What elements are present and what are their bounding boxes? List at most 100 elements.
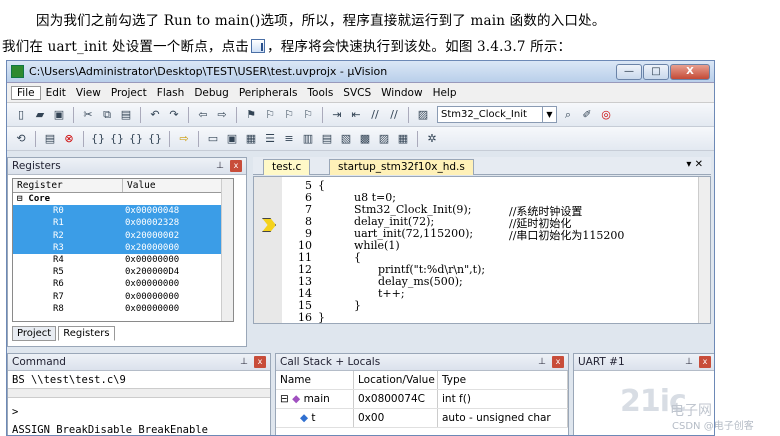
paste-icon[interactable]: ▤ bbox=[118, 107, 134, 123]
incremental-find-icon[interactable]: ✐ bbox=[579, 107, 595, 123]
command-window-icon[interactable]: ▭ bbox=[205, 131, 221, 147]
undo-icon[interactable]: ↶ bbox=[147, 107, 163, 123]
watch-window-icon[interactable]: ▥ bbox=[300, 131, 316, 147]
pin-icon[interactable]: ⊥ bbox=[538, 354, 546, 371]
register-row[interactable]: R2 0x20000002 bbox=[13, 229, 233, 242]
bookmark-prev-icon[interactable]: ⚐ bbox=[262, 107, 278, 123]
find-in-files-icon[interactable]: ▨ bbox=[415, 107, 431, 123]
expand-icon[interactable]: ⊟ bbox=[280, 393, 289, 405]
indent-icon[interactable]: ⇥ bbox=[329, 107, 345, 123]
menu-view[interactable]: View bbox=[71, 87, 106, 99]
open-file-icon[interactable]: ▰ bbox=[32, 107, 48, 123]
pin-icon[interactable]: ⊥ bbox=[685, 354, 693, 371]
uvision-window: C:\Users\Administrator\Desktop\TEST\USER… bbox=[6, 60, 715, 436]
tab-project[interactable]: Project bbox=[12, 326, 57, 341]
step-out-icon[interactable]: {} bbox=[128, 131, 144, 147]
system-viewer-icon[interactable]: ▦ bbox=[395, 131, 411, 147]
callstack-row-t[interactable]: ◆ t 0x00 auto - unsigned char bbox=[276, 409, 568, 428]
register-value: 0x20000000 bbox=[125, 242, 180, 253]
menu-file[interactable]: File bbox=[11, 85, 41, 100]
command-prompt[interactable]: > bbox=[12, 406, 18, 418]
editor-scrollbar[interactable] bbox=[698, 177, 710, 323]
command-hscrollbar[interactable] bbox=[8, 388, 270, 398]
pin-icon[interactable]: ⊥ bbox=[216, 158, 224, 175]
show-next-statement-icon[interactable]: ⇨ bbox=[176, 131, 192, 147]
command-hint: ASSIGN BreakDisable BreakEnable bbox=[12, 424, 208, 436]
close-icon[interactable]: x bbox=[230, 160, 242, 172]
find-combo[interactable]: Stm32_Clock_Init ▼ bbox=[437, 106, 557, 123]
step-over-icon[interactable]: {} bbox=[109, 131, 125, 147]
copy-icon[interactable]: ⧉ bbox=[99, 107, 115, 123]
registers-scrollbar[interactable] bbox=[221, 179, 233, 321]
reset-icon[interactable]: ⟲ bbox=[13, 131, 29, 147]
menu-project[interactable]: Project bbox=[106, 87, 152, 99]
call-stack-window-icon[interactable]: ≡ bbox=[281, 131, 297, 147]
bookmark-next-icon[interactable]: ⚐ bbox=[281, 107, 297, 123]
trace-window-icon[interactable]: ▨ bbox=[376, 131, 392, 147]
menu-tools[interactable]: Tools bbox=[302, 87, 338, 99]
analysis-window-icon[interactable]: ▩ bbox=[357, 131, 373, 147]
register-row[interactable]: R4 0x00000000 bbox=[13, 254, 233, 266]
editor-tab-menu-icon[interactable]: ▾ ✕ bbox=[686, 159, 703, 170]
menu-debug[interactable]: Debug bbox=[189, 87, 234, 99]
maximize-button[interactable]: □ bbox=[643, 63, 669, 80]
tab-startup-file[interactable]: startup_stm32f10x_hd.s bbox=[329, 159, 474, 175]
close-icon[interactable]: x bbox=[699, 356, 711, 368]
menu-peripherals[interactable]: Peripherals bbox=[234, 87, 303, 99]
core-group-row[interactable]: ⊟ Core bbox=[13, 193, 233, 205]
menu-edit[interactable]: Edit bbox=[41, 87, 71, 99]
register-row[interactable]: R5 0x200000D4 bbox=[13, 266, 233, 278]
find-icon[interactable]: ⌕ bbox=[560, 107, 576, 123]
menu-window[interactable]: Window bbox=[376, 87, 427, 99]
comment-icon[interactable]: // bbox=[367, 107, 383, 123]
redo-icon[interactable]: ↷ bbox=[166, 107, 182, 123]
register-row[interactable]: R0 0x00000048 bbox=[13, 205, 233, 218]
cs-main-type: int f() bbox=[438, 390, 568, 408]
close-icon[interactable]: x bbox=[552, 356, 564, 368]
serial-window-icon[interactable]: ▧ bbox=[338, 131, 354, 147]
run-icon[interactable]: ▤ bbox=[42, 131, 58, 147]
memory-window-icon[interactable]: ▤ bbox=[319, 131, 335, 147]
close-icon[interactable]: x bbox=[254, 356, 266, 368]
menu-svcs[interactable]: SVCS bbox=[338, 87, 376, 99]
disassembly-window-icon[interactable]: ▣ bbox=[224, 131, 240, 147]
register-row[interactable]: R6 0x00000000 bbox=[13, 278, 233, 290]
unindent-icon[interactable]: ⇤ bbox=[348, 107, 364, 123]
toolbox-icon[interactable]: ✲ bbox=[424, 131, 440, 147]
bookmark-clear-icon[interactable]: ⚐ bbox=[300, 107, 316, 123]
uncomment-icon[interactable]: // bbox=[386, 107, 402, 123]
cs-main-name: main bbox=[303, 393, 330, 405]
tab-registers[interactable]: Registers bbox=[58, 326, 115, 341]
editor-gutter[interactable] bbox=[254, 177, 282, 323]
pin-icon[interactable]: ⊥ bbox=[240, 354, 248, 371]
run-to-cursor-icon[interactable]: {} bbox=[147, 131, 163, 147]
new-file-icon[interactable]: ▯ bbox=[13, 107, 29, 123]
minimize-button[interactable]: — bbox=[616, 63, 642, 80]
cut-icon[interactable]: ✂ bbox=[80, 107, 96, 123]
save-icon[interactable]: ▣ bbox=[51, 107, 67, 123]
symbols-window-icon[interactable]: ▦ bbox=[243, 131, 259, 147]
stop-icon[interactable]: ⊗ bbox=[61, 131, 77, 147]
nav-forward-icon[interactable]: ⇨ bbox=[214, 107, 230, 123]
register-value: 0x20000002 bbox=[125, 230, 180, 241]
register-row[interactable]: R7 0x00000000 bbox=[13, 291, 233, 303]
register-name: R2 bbox=[53, 230, 64, 241]
registers-window-icon[interactable]: ☰ bbox=[262, 131, 278, 147]
toolbar-debug: ⟲ ▤ ⊗ {} {} {} {} ⇨ ▭ ▣ ▦ ☰ ≡ ▥ ▤ ▧ ▩ ▨ … bbox=[7, 127, 714, 151]
bookmark-icon[interactable]: ⚑ bbox=[243, 107, 259, 123]
register-row[interactable]: R8 0x00000000 bbox=[13, 303, 233, 315]
register-name: R0 bbox=[53, 206, 64, 217]
menu-flash[interactable]: Flash bbox=[152, 87, 190, 99]
register-row[interactable]: R3 0x20000000 bbox=[13, 241, 233, 254]
callstack-row-main[interactable]: ⊟ ◆ main 0x0800074C int f() bbox=[276, 390, 568, 409]
register-row[interactable]: R1 0x00002328 bbox=[13, 217, 233, 230]
collapse-icon[interactable]: ⊟ bbox=[13, 193, 22, 205]
code-editor[interactable]: 5 6 7 8 9 10 11 12 13 14 15 16 { u8 t=0; Stm32_Cloc… bbox=[253, 176, 711, 324]
callstack-title: Call Stack + Locals bbox=[280, 356, 381, 368]
close-button[interactable]: X bbox=[670, 63, 710, 80]
tab-test-c[interactable]: test.c bbox=[263, 159, 311, 175]
debug-session-icon[interactable]: ◎ bbox=[598, 107, 614, 123]
nav-back-icon[interactable]: ⇦ bbox=[195, 107, 211, 123]
step-into-icon[interactable]: {} bbox=[90, 131, 106, 147]
menu-help[interactable]: Help bbox=[428, 87, 462, 99]
